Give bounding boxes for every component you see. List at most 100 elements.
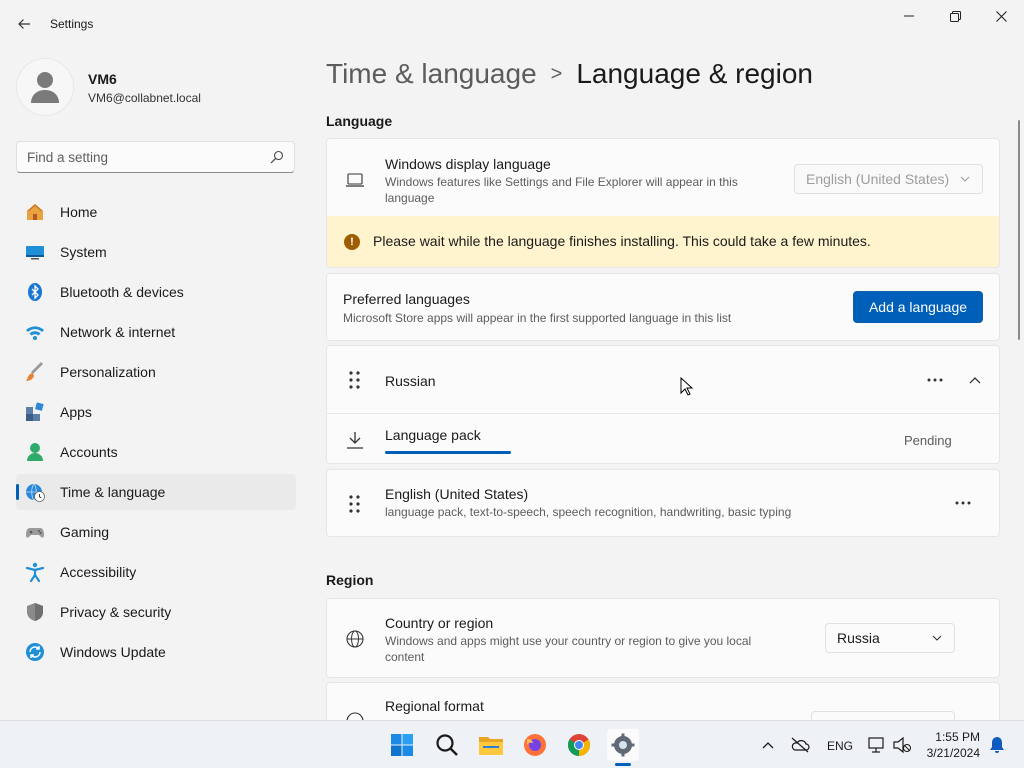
settings-taskbar-button[interactable] xyxy=(607,729,639,761)
user-profile[interactable]: VM6 VM6@collabnet.local xyxy=(16,58,296,118)
taskbar-search-button[interactable] xyxy=(431,729,463,761)
onedrive-button[interactable] xyxy=(786,729,814,761)
sidebar-item-label: Time & language xyxy=(60,484,166,500)
language-section-title: Language xyxy=(326,113,393,129)
drag-handle-icon[interactable] xyxy=(347,370,363,390)
language-features: language pack, text-to-speech, speech re… xyxy=(385,505,792,519)
file-explorer-icon xyxy=(479,737,503,755)
preferred-languages-title: Preferred languages xyxy=(343,291,470,307)
sidebar-item-label: Windows Update xyxy=(60,644,166,660)
avatar xyxy=(16,58,74,116)
sidebar-item-time-language[interactable]: Time & language xyxy=(16,474,296,510)
country-region-desc-1: Windows and apps might use your country … xyxy=(385,634,752,648)
sidebar-item-label: System xyxy=(60,244,107,260)
sidebar-item-system[interactable]: System xyxy=(16,234,296,270)
country-region-dropdown[interactable]: Russia xyxy=(825,623,955,653)
language-item-english[interactable]: English (United States) language pack, t… xyxy=(326,469,1000,537)
region-section-title: Region xyxy=(326,572,374,588)
search-icon xyxy=(436,734,458,756)
firefox-icon xyxy=(524,734,546,756)
warning-icon: ! xyxy=(344,234,360,250)
breadcrumb: Time & language > Language & region xyxy=(326,58,813,90)
install-warning-bar: ! Please wait while the language finishe… xyxy=(326,216,1000,268)
scrollbar[interactable] xyxy=(1018,120,1020,340)
notifications-button[interactable] xyxy=(984,729,1010,761)
sidebar-item-apps[interactable]: Apps xyxy=(16,394,296,430)
sidebar-item-gaming[interactable]: Gaming xyxy=(16,514,296,550)
laptop-icon xyxy=(345,170,365,190)
windows-start-icon xyxy=(391,734,413,756)
maximize-button[interactable] xyxy=(932,4,978,28)
chevron-down-icon xyxy=(932,635,942,641)
input-language-indicator[interactable]: ENG xyxy=(827,739,853,753)
sidebar-item-privacy[interactable]: Privacy & security xyxy=(16,594,296,630)
sidebar-item-label: Bluetooth & devices xyxy=(60,284,184,300)
more-options-button[interactable] xyxy=(919,364,951,396)
file-explorer-button[interactable] xyxy=(475,729,507,761)
clock[interactable]: 1:55 PM 3/21/2024 xyxy=(927,729,980,761)
language-pack-status: Pending xyxy=(904,433,952,448)
more-options-button[interactable] xyxy=(947,487,979,519)
wifi-icon xyxy=(25,322,45,342)
sidebar-item-personalization[interactable]: Personalization xyxy=(16,354,296,390)
sidebar-item-label: Privacy & security xyxy=(60,604,172,620)
title-bar: Settings xyxy=(0,0,1024,48)
network-status-button[interactable] xyxy=(862,729,890,761)
show-hidden-icons-button[interactable] xyxy=(754,729,782,761)
globe-icon xyxy=(345,629,365,649)
display-language-card: Windows display language Windows feature… xyxy=(326,138,1000,217)
drag-handle-icon[interactable] xyxy=(347,494,363,514)
app-title: Settings xyxy=(50,17,94,31)
language-item-russian[interactable]: Russian xyxy=(326,345,1000,414)
clock-time: 1:55 PM xyxy=(935,730,980,744)
add-language-button[interactable]: Add a language xyxy=(853,291,983,323)
chrome-button[interactable] xyxy=(563,729,595,761)
clock-date: 3/21/2024 xyxy=(926,746,980,760)
preferred-languages-desc: Microsoft Store apps will appear in the … xyxy=(343,311,732,325)
language-pack-label: Language pack xyxy=(385,427,481,443)
breadcrumb-parent[interactable]: Time & language xyxy=(326,58,537,89)
settings-icon xyxy=(611,733,635,757)
sidebar-item-home[interactable]: Home xyxy=(16,194,296,230)
back-button[interactable] xyxy=(12,12,36,36)
gaming-icon xyxy=(25,522,45,542)
mouse-cursor-icon xyxy=(680,377,694,396)
chevron-down-icon xyxy=(960,176,970,182)
search-box[interactable] xyxy=(16,141,295,173)
country-region-card: Country or region Windows and apps might… xyxy=(326,598,1000,678)
display-language-dropdown[interactable]: English (United States) xyxy=(794,164,983,194)
search-input[interactable] xyxy=(17,142,257,172)
sidebar-item-accessibility[interactable]: Accessibility xyxy=(16,554,296,590)
display-language-value: English (United States) xyxy=(806,171,950,187)
brush-icon xyxy=(25,362,45,382)
sidebar-item-accounts[interactable]: Accounts xyxy=(16,434,296,470)
restore-icon xyxy=(949,10,961,22)
close-icon xyxy=(995,10,1007,22)
cloud-off-icon xyxy=(791,737,810,753)
accounts-icon xyxy=(25,442,45,462)
sidebar-nav: Home System Bluetooth & devices Network … xyxy=(16,194,296,674)
download-icon xyxy=(345,430,365,450)
minimize-button[interactable] xyxy=(886,4,932,28)
collapse-button[interactable] xyxy=(959,364,991,396)
regional-format-title: Regional format xyxy=(385,698,484,714)
country-region-value: Russia xyxy=(837,630,880,646)
close-button[interactable] xyxy=(978,4,1024,28)
country-region-title: Country or region xyxy=(385,615,494,631)
language-name: English (United States) xyxy=(385,486,529,502)
country-region-desc-2: content xyxy=(385,650,425,664)
sidebar-item-bluetooth[interactable]: Bluetooth & devices xyxy=(16,274,296,310)
sidebar-item-network[interactable]: Network & internet xyxy=(16,314,296,350)
firefox-button[interactable] xyxy=(519,729,551,761)
volume-button[interactable] xyxy=(888,729,916,761)
warning-text: Please wait while the language finishes … xyxy=(373,233,871,249)
sidebar-item-windows-update[interactable]: Windows Update xyxy=(16,634,296,670)
sidebar-item-label: Network & internet xyxy=(60,324,176,340)
start-button[interactable] xyxy=(386,729,418,761)
sidebar-item-label: Accounts xyxy=(60,444,118,460)
regional-format-card[interactable]: Regional format xyxy=(326,682,1000,720)
sidebar-item-label: Apps xyxy=(60,404,92,420)
regional-format-dropdown[interactable] xyxy=(811,711,955,720)
page-title: Language & region xyxy=(576,58,813,89)
bluetooth-icon xyxy=(25,282,45,302)
